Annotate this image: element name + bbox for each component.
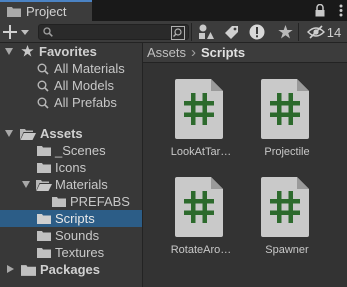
- toolbar-separator: [298, 23, 299, 41]
- asset-item[interactable]: Projectile: [251, 79, 323, 161]
- asset-label: Spawner: [265, 244, 309, 256]
- asset-browser: Assets › Scripts LookAtTar… Projectile R…: [143, 43, 347, 287]
- asset-item[interactable]: Spawner: [251, 177, 323, 259]
- folder-icon: [37, 214, 51, 224]
- hidden-count: 14: [326, 24, 342, 40]
- asset-label: Projectile: [264, 146, 310, 158]
- hidden-packages-toggle[interactable]: 14: [301, 22, 347, 42]
- tree-folder-label: Textures: [55, 245, 105, 260]
- asset-item[interactable]: LookAtTar…: [165, 79, 237, 161]
- tree-item-label: All Models: [54, 78, 114, 93]
- folder-icon: [37, 248, 51, 258]
- expand-arrow-icon[interactable]: [5, 130, 13, 137]
- search-icon: [37, 97, 49, 109]
- expand-arrow-icon[interactable]: [7, 265, 14, 273]
- folder-icon: [37, 231, 51, 241]
- search-scope-icon: [171, 26, 185, 40]
- tree-favorites[interactable]: Favorites: [0, 43, 142, 60]
- tab-project-label: Project: [26, 4, 67, 19]
- dropdown-arrow-icon: [21, 29, 29, 35]
- tree-folder-label: Scripts: [55, 211, 95, 226]
- filter-type-icon: [199, 24, 214, 39]
- breadcrumb: Assets › Scripts: [143, 43, 347, 63]
- tree-item-all-materials[interactable]: All Materials: [0, 60, 142, 77]
- folder-icon: [52, 197, 66, 207]
- tree-folder-label: Sounds: [55, 228, 100, 243]
- star-icon: [277, 25, 293, 39]
- asset-label: RotateAro…: [170, 244, 232, 256]
- tree-folder-scripts[interactable]: Scripts: [0, 210, 142, 227]
- tree-assets[interactable]: Assets: [0, 125, 142, 142]
- folder-icon: [37, 163, 51, 173]
- folder-icon: [37, 146, 51, 156]
- tab-project[interactable]: Project: [0, 0, 92, 21]
- tree-favorites-label: Favorites: [39, 44, 97, 59]
- breadcrumb-assets[interactable]: Assets: [147, 45, 186, 60]
- tag-icon: [224, 25, 238, 39]
- csharp-script-icon: [261, 79, 309, 139]
- tree-item-label: All Prefabs: [54, 95, 117, 110]
- breadcrumb-separator: ›: [191, 44, 197, 61]
- project-toolbar: 14: [0, 21, 347, 43]
- expand-arrow-icon[interactable]: [5, 48, 13, 55]
- star-icon: [21, 45, 34, 57]
- window-titlebar: Project: [0, 0, 347, 21]
- folder-open-icon: [20, 129, 36, 140]
- filter-by-log-button[interactable]: [246, 22, 268, 42]
- search-icon: [37, 80, 49, 92]
- tree-item-all-prefabs[interactable]: All Prefabs: [0, 94, 142, 111]
- filter-by-type-button[interactable]: [195, 22, 217, 42]
- csharp-script-icon: [175, 177, 223, 237]
- search-icon: [43, 27, 53, 37]
- toolbar-separator: [191, 23, 192, 41]
- folder-icon: [7, 7, 21, 17]
- window-controls: [315, 2, 343, 19]
- folder-tree: Favorites All Materials All Models All P…: [0, 43, 142, 287]
- favorites-button[interactable]: [274, 22, 296, 42]
- tree-packages[interactable]: Packages: [0, 261, 142, 278]
- add-button[interactable]: [3, 23, 33, 41]
- breadcrumb-scripts[interactable]: Scripts: [201, 45, 245, 60]
- asset-label: LookAtTar…: [170, 146, 232, 158]
- tree-packages-label: Packages: [40, 262, 100, 277]
- tree-item-all-models[interactable]: All Models: [0, 77, 142, 94]
- tree-folder-prefabs[interactable]: PREFABS: [0, 193, 142, 210]
- filter-by-label-button[interactable]: [220, 22, 242, 42]
- tree-folder-scenes[interactable]: _Scenes: [0, 142, 142, 159]
- tree-item-label: All Materials: [54, 61, 125, 76]
- tree-folder-textures[interactable]: Textures: [0, 244, 142, 261]
- tree-folder-label: Icons: [55, 160, 87, 175]
- lock-icon[interactable]: [315, 4, 325, 17]
- tree-folder-icons[interactable]: Icons: [0, 159, 142, 176]
- search-icon: [37, 63, 49, 75]
- search-field[interactable]: [38, 24, 189, 40]
- csharp-script-icon: [175, 79, 223, 139]
- plus-icon: [3, 25, 17, 39]
- asset-item[interactable]: RotateAro…: [165, 177, 237, 259]
- hidden-eye-icon: [306, 25, 325, 39]
- warning-icon: [249, 24, 265, 40]
- tree-assets-label: Assets: [40, 126, 83, 141]
- folder-icon: [21, 265, 36, 276]
- tree-folder-label: PREFABS: [70, 194, 130, 209]
- search-input[interactable]: [57, 25, 185, 39]
- search-by-type-button[interactable]: [170, 23, 186, 43]
- tree-folder-materials[interactable]: Materials: [0, 176, 142, 193]
- expand-arrow-icon[interactable]: [22, 181, 30, 188]
- tree-folder-label: Materials: [55, 177, 108, 192]
- tree-folder-label: _Scenes: [55, 143, 106, 158]
- tree-folder-sounds[interactable]: Sounds: [0, 227, 142, 244]
- more-options-icon[interactable]: [339, 4, 343, 17]
- folder-open-icon: [36, 180, 52, 191]
- csharp-script-icon: [261, 177, 309, 237]
